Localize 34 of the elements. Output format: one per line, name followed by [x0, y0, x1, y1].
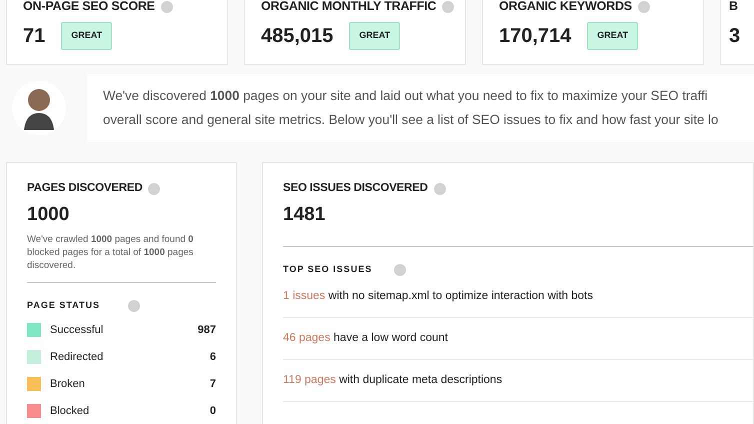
status-label: Successful	[50, 322, 104, 338]
status-count: 0	[210, 404, 216, 418]
metric-value: 170,714	[499, 24, 572, 49]
issue-text: 46 pages have a low word count	[283, 331, 448, 346]
metric-title: B	[729, 0, 738, 13]
status-count: 6	[210, 350, 216, 364]
status-label: Blocked	[50, 404, 90, 418]
metric-value: 3	[729, 24, 740, 49]
metric-value: 485,015	[261, 24, 334, 49]
description: We've crawled 1000 pages and found 0 blocked pages for a total of 1000 pages discovered.	[27, 232, 194, 272]
metric-title: ORGANIC MONTHLY TRAFFIC	[261, 0, 436, 13]
metric-value: 71	[23, 24, 46, 49]
rating-badge: GREAT	[61, 22, 112, 50]
metric-title: ON-PAGE SEO SCORE	[23, 0, 155, 13]
metric-title: ORGANIC KEYWORDS	[499, 0, 632, 13]
section-title: PAGE STATUS	[27, 298, 100, 312]
status-count: 7	[210, 376, 216, 392]
status-label: Broken	[50, 376, 86, 392]
issue-text: 1 issues with no sitemap.xml to optimize interaction with bots	[283, 289, 593, 304]
issue-count-link[interactable]: 1 issues	[283, 290, 326, 302]
issue-count-link[interactable]: 46 pages	[283, 332, 330, 344]
intro-text: We've discovered 1000 pages on your site and laid out what you need to fix to maximize your SEO traffi	[103, 87, 709, 105]
pages-count: 1000	[27, 203, 70, 228]
card-title: PAGES DISCOVERED	[27, 181, 142, 196]
intro-text: overall score and general site metrics. Below you'll see a list of SEO issues to fix and how fast your site lo	[103, 111, 720, 129]
issues-count: 1481	[283, 203, 326, 228]
rating-badge: GREAT	[587, 22, 638, 50]
rating-badge: GREAT	[349, 22, 400, 50]
status-count: 987	[198, 322, 216, 338]
status-label: Redirected	[50, 350, 104, 364]
card-title: SEO ISSUES DISCOVERED	[283, 181, 428, 196]
issue-count-link[interactable]: 119 pages	[283, 374, 336, 386]
section-title: TOP SEO ISSUES	[283, 262, 372, 276]
issue-text: 119 pages with duplicate meta descriptions	[283, 373, 502, 388]
